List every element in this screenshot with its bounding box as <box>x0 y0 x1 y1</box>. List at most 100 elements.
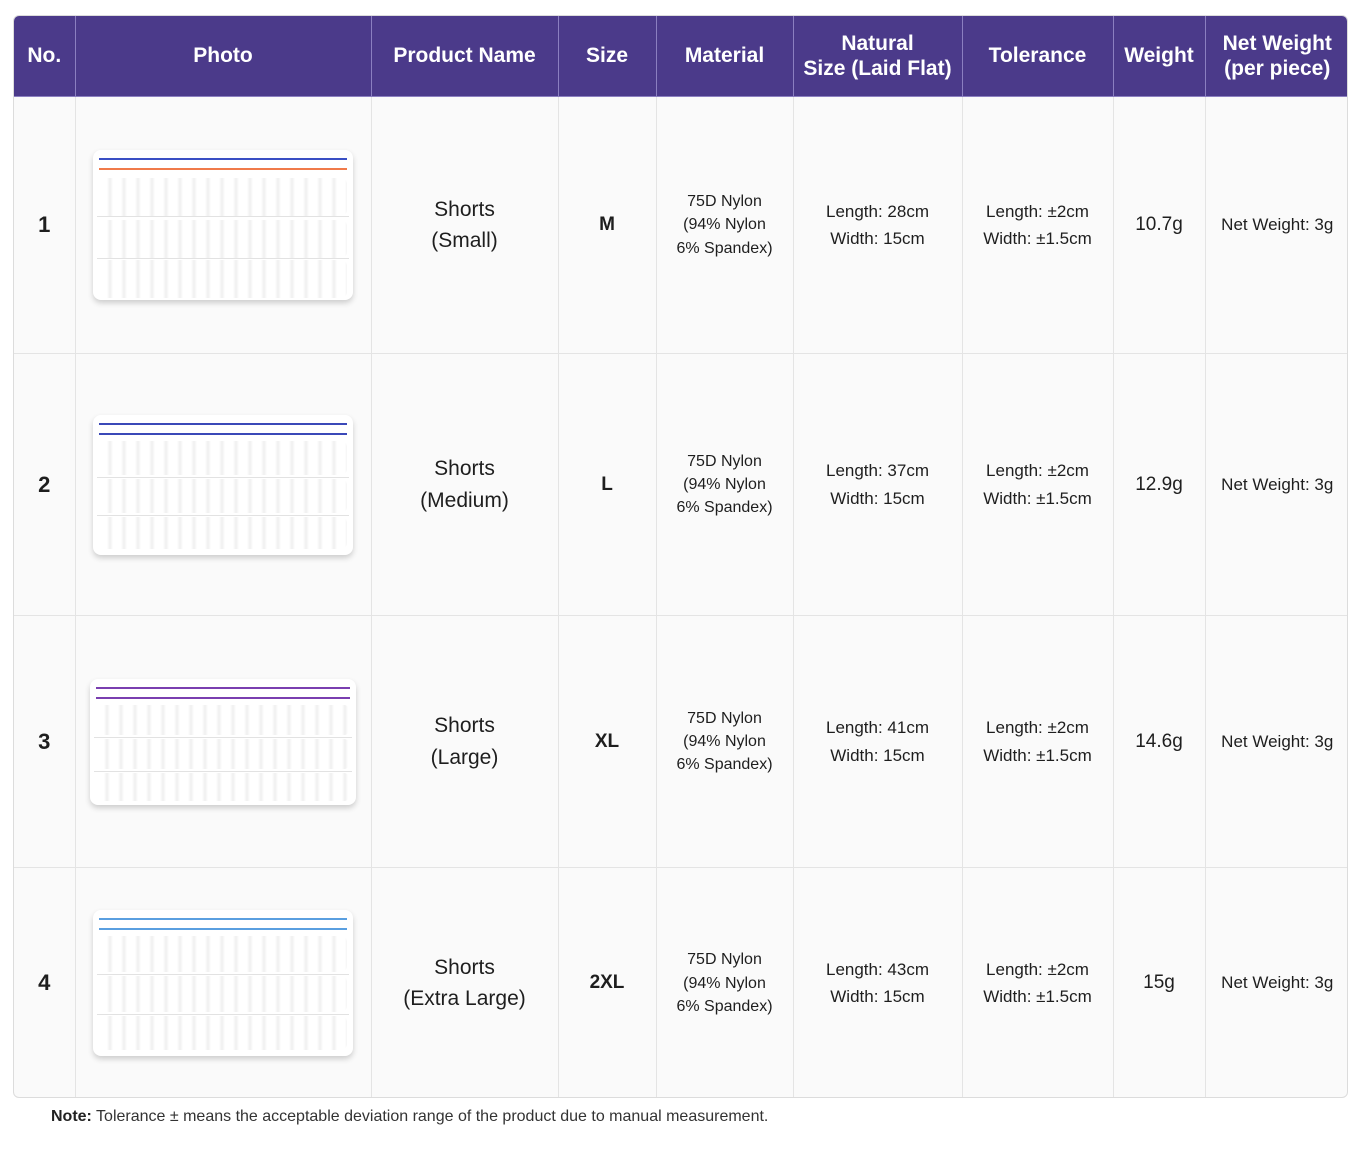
product-photo-medium <box>93 414 353 555</box>
header-product-name: Product Name <box>371 16 559 97</box>
photo-cell <box>75 615 372 868</box>
photo-cell <box>75 353 372 616</box>
header-weight: Weight <box>1113 16 1206 97</box>
net-weight-value: Net Weight: 3g <box>1221 973 1334 993</box>
table-row: 2 Shorts (Medium) L 75D Nylon (94% Nylon… <box>14 353 1347 616</box>
size-value: L <box>558 353 657 616</box>
header-natural-size-line1: Natural <box>841 31 914 55</box>
waistband <box>99 154 347 172</box>
footnote: Note: Tolerance ± means the acceptable d… <box>51 1108 768 1126</box>
product-size-label: (Small) <box>431 229 498 252</box>
tolerance-length: Length: ±2cm <box>986 960 1089 980</box>
net-weight-value: Net Weight: 3g <box>1205 96 1347 354</box>
width-value: Width: 15cm <box>830 987 925 1007</box>
product-size-label: (Large) <box>430 745 499 769</box>
net-weight-value: Net Weight: 3g <box>1205 615 1347 868</box>
table-row: 1 Shorts (Small) M 75D Nylon (94% Nylon … <box>14 96 1347 354</box>
weight-value: 10.7g <box>1113 96 1206 354</box>
table-row: 4 Shorts (Extra Large) 2XL 75D Nylon (94… <box>14 867 1347 1097</box>
length-value: Length: 28cm <box>825 201 929 221</box>
material-cell: 75D Nylon (94% Nylon 6% Spandex) <box>656 96 794 354</box>
waistband <box>96 683 350 701</box>
material-cell: 75D Nylon (94% Nylon 6% Spandex) <box>656 353 794 616</box>
product-photo-extra-large <box>93 910 353 1057</box>
material-line2: (94% Nylon <box>683 475 766 493</box>
tolerance-width: Width: ±1.5cm <box>983 987 1092 1007</box>
tolerance-length: Length: ±2cm <box>986 461 1089 481</box>
weight-value: 15g <box>1113 867 1206 1097</box>
material-line1: 75D Nylon <box>687 709 762 727</box>
material-line2: (94% Nylon <box>683 216 766 234</box>
product-name: Shorts <box>434 457 495 480</box>
waistband <box>99 419 347 437</box>
product-photo-large <box>90 678 356 805</box>
header-net-weight-line2: (per piece) <box>1224 57 1331 80</box>
tolerance-cell: Length: ±2cm Width: ±1.5cm <box>962 615 1114 868</box>
natural-size-cell: Length: 41cm Width: 15cm <box>793 615 963 868</box>
material-line3: 6% Spandex) <box>676 997 773 1015</box>
header-photo: Photo <box>75 16 372 97</box>
material-cell: 75D Nylon (94% Nylon 6% Spandex) <box>656 867 794 1097</box>
product-name: Shorts <box>434 955 495 979</box>
tolerance-width: Width: ±1.5cm <box>983 745 1092 765</box>
natural-size-cell: Length: 43cm Width: 15cm <box>793 867 963 1097</box>
material-line3: 6% Spandex) <box>676 499 773 517</box>
tolerance-width: Width: ±1.5cm <box>983 229 1092 248</box>
row-number: 3 <box>14 615 76 868</box>
weight-value: 14.6g <box>1113 615 1206 868</box>
photo-cell <box>75 867 372 1097</box>
tolerance-length: Length: ±2cm <box>986 201 1089 221</box>
material-line1: 75D Nylon <box>687 951 762 969</box>
header-material: Material <box>656 16 794 97</box>
length-value: Length: 43cm <box>825 960 929 980</box>
header-size: Size <box>558 16 657 97</box>
header-natural-size: Natural Size (Laid Flat) <box>793 16 963 97</box>
tolerance-length: Length: ±2cm <box>986 718 1089 738</box>
natural-size-cell: Length: 37cm Width: 15cm <box>793 353 963 616</box>
size-value: M <box>558 96 657 354</box>
product-name-cell: Shorts (Extra Large) <box>371 867 559 1097</box>
header-no: No. <box>14 16 76 97</box>
product-name-cell: Shorts (Medium) <box>371 353 559 616</box>
material-line1: 75D Nylon <box>687 452 762 470</box>
header-net-weight-line1: Net Weight <box>1222 31 1332 55</box>
material-line2: (94% Nylon <box>683 732 766 750</box>
length-value: Length: 41cm <box>825 718 929 738</box>
photo-cell <box>75 96 372 354</box>
width-value: Width: 15cm <box>830 229 925 248</box>
tolerance-cell: Length: ±2cm Width: ±1.5cm <box>962 353 1114 616</box>
material-line3: 6% Spandex) <box>676 239 773 257</box>
row-number: 4 <box>14 867 76 1097</box>
header-row: No. Photo Product Name Size Material Nat… <box>14 16 1347 97</box>
header-tolerance: Tolerance <box>962 16 1114 97</box>
tolerance-width: Width: ±1.5cm <box>983 488 1092 508</box>
footnote-text: Tolerance ± means the acceptable deviati… <box>96 1108 769 1125</box>
material-line2: (94% Nylon <box>683 974 766 992</box>
width-value: Width: 15cm <box>830 488 925 508</box>
product-name-cell: Shorts (Large) <box>371 615 559 868</box>
weight-value: 12.9g <box>1113 353 1206 616</box>
size-value: 2XL <box>558 867 657 1097</box>
tolerance-cell: Length: ±2cm Width: ±1.5cm <box>962 867 1114 1097</box>
product-size-label: (Medium) <box>420 488 509 512</box>
net-weight-value: Net Weight: 3g <box>1205 353 1347 616</box>
size-value: XL <box>558 615 657 868</box>
spec-table: No. Photo Product Name Size Material Nat… <box>14 16 1347 1097</box>
product-name: Shorts <box>434 197 495 221</box>
product-size-label: (Extra Large) <box>403 987 526 1011</box>
length-value: Length: 37cm <box>825 461 929 481</box>
row-number: 1 <box>14 96 76 354</box>
product-name: Shorts <box>434 714 495 737</box>
product-photo-small <box>93 150 353 300</box>
footnote-label: Note: <box>51 1108 92 1125</box>
tolerance-cell: Length: ±2cm Width: ±1.5cm <box>962 96 1114 354</box>
natural-size-cell: Length: 28cm Width: 15cm <box>793 96 963 354</box>
waistband <box>99 914 347 932</box>
material-line3: 6% Spandex) <box>676 756 773 774</box>
width-value: Width: 15cm <box>830 745 925 765</box>
product-name-cell: Shorts (Small) <box>371 96 559 354</box>
header-net-weight: Net Weight (per piece) <box>1205 16 1347 97</box>
table-row: 3 Shorts (Large) XL 75D Nylon (94% Nylon… <box>14 615 1347 868</box>
spec-table-container: No. Photo Product Name Size Material Nat… <box>13 15 1348 1098</box>
material-cell: 75D Nylon (94% Nylon 6% Spandex) <box>656 615 794 868</box>
